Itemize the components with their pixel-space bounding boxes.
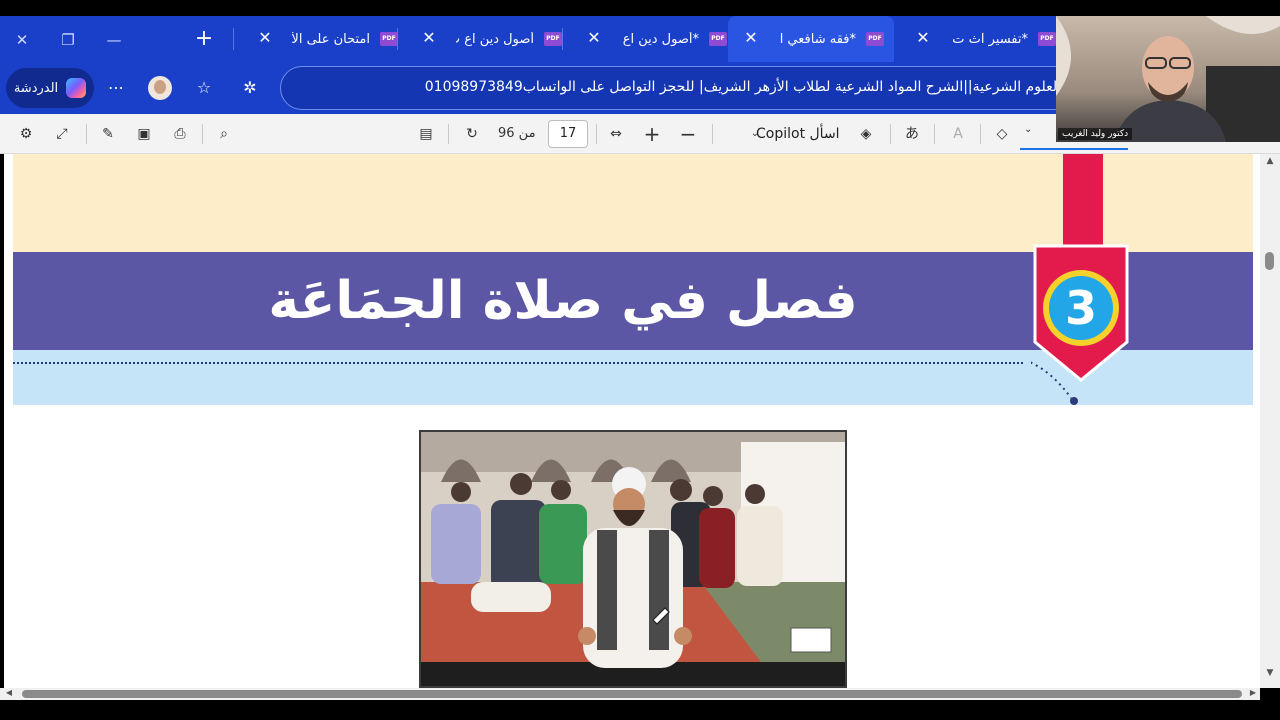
tab-label: *فقه شافعي ا <box>779 31 856 47</box>
copilot-icon <box>66 78 87 98</box>
restore-window-icon[interactable]: ❐ <box>58 30 78 50</box>
pdf-viewport[interactable]: فصل في صلاة الجمَاعَة 3 <box>4 154 1260 688</box>
close-icon[interactable]: ✕ <box>914 29 932 47</box>
tab-label: *أصول دين اع <box>622 31 699 47</box>
scroll-up-icon[interactable]: ▲ <box>1260 156 1280 166</box>
tab-label: أصول دين اع ب <box>456 31 534 47</box>
section-number: 3 <box>1064 281 1097 335</box>
presenter-name: دكتور وليد الغريب <box>1058 128 1133 140</box>
pdf-icon: PDF <box>544 32 562 46</box>
url-text: العلوم الشرعية||الشرح المواد الشرعية لطل… <box>424 79 1061 95</box>
toolbar-separator <box>86 124 87 144</box>
bookmark-ribbon <box>1063 154 1103 250</box>
fullscreen-icon[interactable]: ⤢ <box>50 122 74 146</box>
favorites-icon[interactable]: ☆ <box>192 76 216 100</box>
toolbar-separator <box>596 124 597 144</box>
page-count: من 96 <box>498 126 536 141</box>
chevron-down-icon: ⌄ <box>1024 124 1033 135</box>
close-icon[interactable]: ✕ <box>585 29 603 47</box>
chat-label: الدردشة <box>13 80 59 96</box>
address-bar[interactable]: العلوم الشرعية||الشرح المواد الشرعية لطل… <box>280 66 1080 110</box>
more-icon[interactable]: ⋯ <box>104 76 128 100</box>
new-tab-button[interactable]: + <box>193 28 215 50</box>
vertical-scroll-thumb[interactable] <box>1265 252 1274 270</box>
close-icon[interactable]: ✕ <box>256 29 274 47</box>
page-number-input[interactable]: 17 <box>548 120 588 148</box>
settings-icon[interactable]: ⚙ <box>14 122 38 146</box>
eraser-icon[interactable]: ◇ <box>990 122 1014 146</box>
copilot-pdf-icon[interactable]: ◈ <box>854 122 878 146</box>
pdf-page: فصل في صلاة الجمَاعَة 3 <box>13 154 1253 688</box>
pdf-icon: PDF <box>709 32 727 46</box>
toolbar-separator <box>934 124 935 144</box>
toolbar-separator <box>448 124 449 144</box>
search-icon[interactable]: ⌕ <box>212 122 236 146</box>
pdf-icon: PDF <box>866 32 884 46</box>
tab-usul-2[interactable]: PDF أصول دين اع ب ✕ <box>406 16 562 62</box>
avatar[interactable] <box>148 76 172 100</box>
toolbar-separator <box>712 124 713 144</box>
print-icon[interactable]: ⎙ <box>168 122 192 146</box>
copilot-chat-button[interactable]: الدردشة <box>6 68 94 108</box>
tab-label: *تفسير آث ت <box>952 31 1028 47</box>
page-view-icon[interactable]: ▤ <box>414 122 438 146</box>
toolbar-separator <box>202 124 203 144</box>
tab-tafsir[interactable]: PDF *تفسير آث ت ✕ <box>900 16 1056 62</box>
prayer-illustration <box>421 432 845 686</box>
save-as-icon[interactable]: ✎ <box>96 122 120 146</box>
tab-separator <box>233 28 234 50</box>
fit-width-icon[interactable]: ⇔ <box>604 122 628 146</box>
zoom-out-icon[interactable]: − <box>676 122 700 146</box>
horizontal-scrollbar[interactable]: ◀ ▶ <box>0 688 1260 700</box>
webcam-overlay: دكتور وليد الغريب <box>1056 16 1280 142</box>
pdf-icon: PDF <box>1038 32 1056 46</box>
zoom-in-icon[interactable]: + <box>640 122 664 146</box>
close-icon[interactable]: ✕ <box>742 29 760 47</box>
minimize-window-icon[interactable]: — <box>104 30 124 50</box>
read-aloud-icon[interactable]: A <box>946 122 970 146</box>
rotate-icon[interactable]: ↻ <box>460 122 484 146</box>
tab-label: امتحان على الأ <box>292 31 370 47</box>
tab-separator <box>562 28 563 50</box>
dotted-divider <box>13 362 1023 364</box>
scroll-left-icon[interactable]: ◀ <box>2 688 16 697</box>
congregational-prayer-image <box>419 430 847 688</box>
tab-usul-1[interactable]: PDF *أصول دين اع ✕ <box>571 16 727 62</box>
chapter-title: فصل في صلاة الجمَاعَة <box>268 271 858 331</box>
extensions-icon[interactable]: ✲ <box>238 76 262 100</box>
scroll-right-icon[interactable]: ▶ <box>1246 688 1260 697</box>
scroll-down-icon[interactable]: ▼ <box>1260 668 1280 678</box>
tab-fiqh-shafii[interactable]: PDF *فقه شافعي ا ✕ <box>728 16 894 62</box>
toolbar-separator <box>980 124 981 144</box>
close-icon[interactable]: ✕ <box>420 29 438 47</box>
toolbar-separator <box>890 124 891 144</box>
tab-separator <box>397 28 398 50</box>
translate-icon[interactable]: あ <box>900 122 924 146</box>
save-icon[interactable]: ▣ <box>132 122 156 146</box>
horizontal-scroll-thumb[interactable] <box>22 690 1242 698</box>
close-window-icon[interactable]: ✕ <box>12 30 32 50</box>
tab-exam[interactable]: PDF امتحان على الأ ✕ <box>242 16 398 62</box>
vertical-scrollbar[interactable]: ▲ ▼ <box>1260 154 1280 688</box>
ask-copilot-button[interactable]: اسأل Copilot <box>756 122 840 146</box>
presenter-video <box>1056 16 1280 142</box>
pdf-icon: PDF <box>380 32 398 46</box>
